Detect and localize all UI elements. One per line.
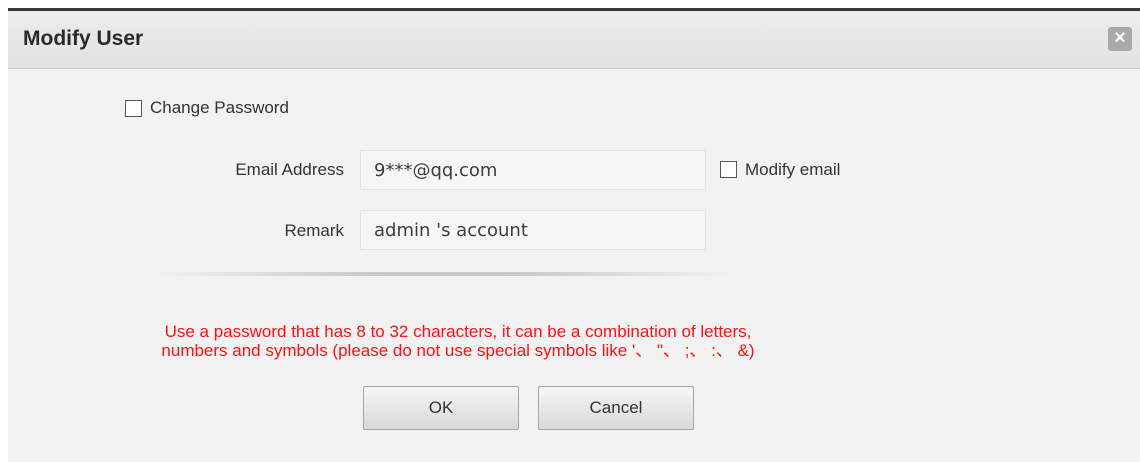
password-hint-line2: numbers and symbols (please do not use s…	[161, 341, 755, 360]
dialog-body: Change Password Email Address Modify ema…	[8, 69, 1140, 462]
password-hint-line1: Use a password that has 8 to 32 characte…	[164, 322, 752, 341]
email-address-field[interactable]	[360, 150, 706, 190]
ok-button[interactable]: OK	[363, 386, 519, 430]
close-icon[interactable]: ×	[1108, 27, 1132, 51]
remark-label: Remark	[284, 221, 344, 240]
change-password-label: Change Password	[150, 98, 289, 117]
change-password-checkbox[interactable]	[125, 100, 142, 117]
dialog-titlebar: Modify User ×	[8, 11, 1140, 69]
section-divider	[153, 272, 733, 276]
modify-user-dialog: Modify User × Change Password Email Addr…	[8, 8, 1140, 462]
dialog-title: Modify User	[23, 27, 144, 50]
modify-email-label: Modify email	[745, 160, 841, 179]
email-address-label: Email Address	[235, 160, 344, 179]
remark-field[interactable]	[360, 210, 706, 250]
modify-email-checkbox[interactable]	[720, 161, 737, 178]
cancel-button[interactable]: Cancel	[538, 386, 694, 430]
password-hint: Use a password that has 8 to 32 characte…	[38, 322, 878, 360]
